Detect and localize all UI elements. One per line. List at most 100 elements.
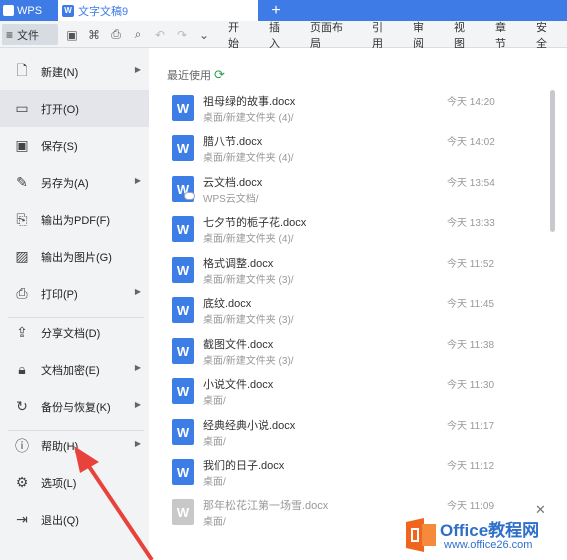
- menu-item-label: 输出为PDF(F): [41, 214, 111, 227]
- new-doc-icon: 🗋: [16, 61, 28, 78]
- tab-section[interactable]: 章节: [485, 21, 526, 50]
- recent-item-name: 腊八节.docx: [203, 136, 263, 148]
- file-menu-label: 文件: [17, 29, 40, 42]
- tab-view[interactable]: 视图: [444, 21, 485, 50]
- file-menu-button[interactable]: ≡ 文件: [2, 24, 58, 45]
- pdf-icon: ⎘: [16, 211, 28, 227]
- scrollbar-thumb[interactable]: [550, 90, 555, 232]
- menu-item-exit[interactable]: ⇥ 退出(Q): [0, 501, 149, 538]
- menu-item-print[interactable]: ⎙ 打印(P) ▶: [0, 275, 149, 312]
- recent-item-name: 格式调整.docx: [203, 258, 274, 270]
- word-doc-icon: W: [172, 135, 194, 161]
- recent-item-path: 桌面/: [203, 477, 226, 488]
- menu-item-help[interactable]: ⓘ 帮助(H) ▶: [0, 427, 149, 464]
- print-icon[interactable]: ⎙: [108, 27, 124, 43]
- menu-item-label: 选项(L): [41, 477, 77, 490]
- recent-item-name: 底纹.docx: [203, 298, 252, 310]
- recent-item-name: 祖母绿的故事.docx: [203, 96, 296, 108]
- menu-item-save[interactable]: ▣ 保存(S): [0, 127, 149, 164]
- tab-insert[interactable]: 插入: [259, 21, 300, 50]
- wps-window: WPS W 文字文稿9 + ≡ 文件 ▣ ⌘ ⎙ ⌕ ↶ ↷ ⌄ 开始 插入 页…: [0, 0, 567, 560]
- tab-page-layout[interactable]: 页面布局: [300, 21, 362, 50]
- recent-item-path: 桌面/: [203, 437, 226, 448]
- quick-access-toolbar: ▣ ⌘ ⎙ ⌕ ↶ ↷ ⌄: [64, 21, 212, 48]
- recent-item-time: 今天 13:33: [447, 218, 495, 229]
- recent-item[interactable]: W 我们的日子.docx 桌面/ 今天 11:12: [170, 457, 550, 497]
- help-icon: ⓘ: [15, 437, 29, 454]
- tab-document-label: 文字文稿9: [78, 5, 129, 18]
- cloud-icon: [184, 192, 195, 200]
- share-icon: ⇪: [16, 324, 28, 340]
- menu-item-open[interactable]: ▭ 打开(O): [0, 90, 149, 127]
- print-icon: ⎙: [16, 285, 28, 301]
- tab-review[interactable]: 审阅: [403, 21, 444, 50]
- recent-item[interactable]: W 经典经典小说.docx 桌面/ 今天 11:17: [170, 417, 550, 457]
- recent-item[interactable]: W 腊八节.docx 桌面/新建文件夹 (4)/ 今天 14:02: [170, 133, 550, 173]
- word-doc-icon: W: [172, 297, 194, 323]
- tab-home[interactable]: 开始: [218, 21, 259, 50]
- recent-item[interactable]: W 祖母绿的故事.docx 桌面/新建文件夹 (4)/ 今天 14:20: [170, 93, 550, 133]
- menu-item-label: 打开(O): [41, 103, 79, 116]
- menu-item-label: 打印(P): [41, 288, 78, 301]
- undo-icon[interactable]: ↶: [152, 27, 168, 43]
- word-doc-icon: W: [172, 499, 194, 525]
- hamburger-icon: ≡: [6, 27, 14, 42]
- recent-item[interactable]: W 小说文件.docx 桌面/ 今天 11:30: [170, 376, 550, 416]
- submenu-arrow-icon: ▶: [134, 176, 141, 185]
- more-icon[interactable]: ⌄: [196, 27, 212, 43]
- menu-item-label: 输出为图片(G): [41, 251, 112, 264]
- recent-item[interactable]: W 云文档.docx WPS云文档/ 今天 13:54: [170, 174, 550, 214]
- menu-item-export-image[interactable]: ▨ 输出为图片(G): [0, 238, 149, 275]
- recent-item-time: 今天 14:02: [447, 137, 495, 148]
- wps-logo-icon: [3, 5, 14, 16]
- menu-item-label: 帮助(H): [41, 440, 79, 453]
- recent-item-path: 桌面/新建文件夹 (3)/: [203, 315, 294, 326]
- recent-item-time: 今天 11:12: [447, 461, 495, 472]
- tab-security[interactable]: 安全: [526, 21, 567, 50]
- recent-item-time: 今天 11:17: [447, 421, 495, 432]
- menu-item-export-pdf[interactable]: ⎘ 输出为PDF(F): [0, 201, 149, 238]
- redo-icon[interactable]: ↷: [174, 27, 190, 43]
- recent-item-name: 那年松花江第一场雪.docx: [203, 500, 329, 512]
- menu-item-label: 保存(S): [41, 140, 78, 153]
- tab-wps-home[interactable]: WPS: [0, 0, 56, 21]
- recent-item-path: 桌面/新建文件夹 (4)/: [203, 153, 294, 164]
- refresh-icon[interactable]: ⟳: [214, 67, 225, 83]
- menu-item-new[interactable]: 🗋 新建(N) ▶: [0, 53, 149, 90]
- word-doc-icon: W: [172, 216, 194, 242]
- menu-item-options[interactable]: ⚙ 选项(L): [0, 464, 149, 501]
- submenu-arrow-icon: ▶: [134, 65, 141, 74]
- word-doc-icon: W: [172, 378, 194, 404]
- menu-item-label: 文档加密(E): [41, 364, 100, 377]
- menu-item-backup[interactable]: ↻ 备份与恢复(K) ▶: [0, 388, 149, 425]
- word-doc-icon: W: [172, 459, 194, 485]
- recent-title: 最近使用 ⟳: [167, 67, 225, 83]
- recent-item-path: 桌面/新建文件夹 (4)/: [203, 113, 294, 124]
- submenu-arrow-icon: ▶: [134, 363, 141, 372]
- backup-icon: ↻: [16, 398, 28, 414]
- copy-format-icon[interactable]: ⌘: [86, 27, 102, 43]
- recent-item[interactable]: W 格式调整.docx 桌面/新建文件夹 (3)/ 今天 11:52: [170, 255, 550, 295]
- recent-item[interactable]: W 七夕节的栀子花.docx 桌面/新建文件夹 (4)/ 今天 13:33: [170, 214, 550, 254]
- exit-icon: ⇥: [16, 511, 28, 527]
- recent-documents-panel: 最近使用 ⟳ W 祖母绿的故事.docx 桌面/新建文件夹 (4)/ 今天 14…: [150, 48, 567, 560]
- recent-item-name: 经典经典小说.docx: [203, 420, 296, 432]
- preview-icon[interactable]: ⌕: [130, 27, 146, 43]
- tab-references[interactable]: 引用: [362, 21, 403, 50]
- menu-item-encrypt[interactable]: 🔒︎ 文档加密(E) ▶: [0, 351, 149, 388]
- recent-item-path: 桌面/新建文件夹 (4)/: [203, 234, 294, 245]
- word-doc-icon: W: [172, 257, 194, 283]
- menu-item-label: 退出(Q): [41, 514, 79, 527]
- word-doc-icon: W: [172, 419, 194, 445]
- menu-item-share[interactable]: ⇪ 分享文档(D): [0, 314, 149, 351]
- recent-item-name: 云文档.docx: [203, 177, 263, 189]
- word-doc-icon: W: [172, 338, 194, 364]
- image-icon: ▨: [15, 248, 29, 264]
- recent-item-path: WPS云文档/: [203, 194, 259, 205]
- recent-item-time: 今天 13:54: [447, 178, 495, 189]
- menu-item-save-as[interactable]: ✎ 另存为(A) ▶: [0, 164, 149, 201]
- recent-item[interactable]: W 截图文件.docx 桌面/新建文件夹 (3)/ 今天 11:38: [170, 336, 550, 376]
- recent-item[interactable]: W 底纹.docx 桌面/新建文件夹 (3)/ 今天 11:45: [170, 295, 550, 335]
- recent-item-name: 截图文件.docx: [203, 339, 274, 351]
- save-icon[interactable]: ▣: [64, 27, 80, 43]
